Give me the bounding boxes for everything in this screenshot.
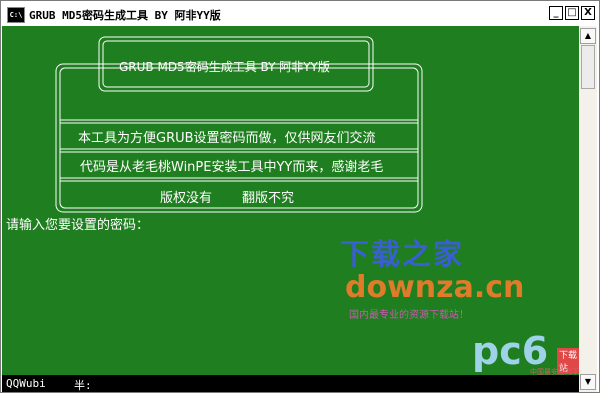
ime-mode[interactable]: 半: bbox=[74, 377, 92, 393]
minimize-button[interactable]: _ bbox=[549, 6, 563, 20]
watermark-downza-en: downza.cn bbox=[345, 270, 525, 305]
watermark-pc6-sub: 中国最安全的下载站 bbox=[530, 368, 579, 375]
console-output-area[interactable]: GRUB MD5密码生成工具 BY 阿非YY版 本工具为方便GRUB设置密码而做… bbox=[2, 26, 579, 375]
scroll-down-icon[interactable]: ▼ bbox=[580, 374, 596, 390]
piracy-text: 翻版不究 bbox=[242, 191, 295, 206]
close-button[interactable]: X bbox=[581, 6, 595, 20]
info-line-2: 代码是从老毛桃WinPE安装工具中YY而来，感谢老毛 bbox=[80, 160, 384, 175]
window-controls: _ □ X bbox=[549, 6, 595, 20]
maximize-button[interactable]: □ bbox=[565, 6, 579, 20]
watermark-pc6-logo: pc6 bbox=[472, 329, 549, 373]
ime-status-bar[interactable]: QQWubi 半: bbox=[2, 375, 579, 392]
scroll-thumb[interactable] bbox=[581, 45, 595, 89]
ime-name[interactable]: QQWubi bbox=[6, 377, 46, 390]
console-window: C:\ GRUB MD5密码生成工具 BY 阿非YY版 _ □ X GRUB M… bbox=[0, 0, 600, 393]
scroll-up-icon[interactable]: ▲ bbox=[580, 28, 596, 44]
info-line-1: 本工具为方便GRUB设置密码而做，仅供网友们交流 bbox=[78, 131, 376, 146]
watermark-downza-sub: 国内最专业的资源下载站！ bbox=[349, 310, 469, 321]
title-bar[interactable]: C:\ GRUB MD5密码生成工具 BY 阿非YY版 _ □ X bbox=[2, 2, 598, 26]
banner-title: GRUB MD5密码生成工具 BY 阿非YY版 bbox=[119, 60, 330, 74]
window-title: GRUB MD5密码生成工具 BY 阿非YY版 bbox=[29, 9, 221, 22]
password-prompt: 请输入您要设置的密码： bbox=[6, 218, 150, 233]
console-app-icon[interactable]: C:\ bbox=[7, 7, 25, 23]
copyright-text: 版权没有 bbox=[160, 191, 213, 206]
vertical-scrollbar[interactable]: ▲ ▼ bbox=[579, 26, 597, 392]
watermark-downza-cn: 下载之家 bbox=[340, 237, 465, 271]
